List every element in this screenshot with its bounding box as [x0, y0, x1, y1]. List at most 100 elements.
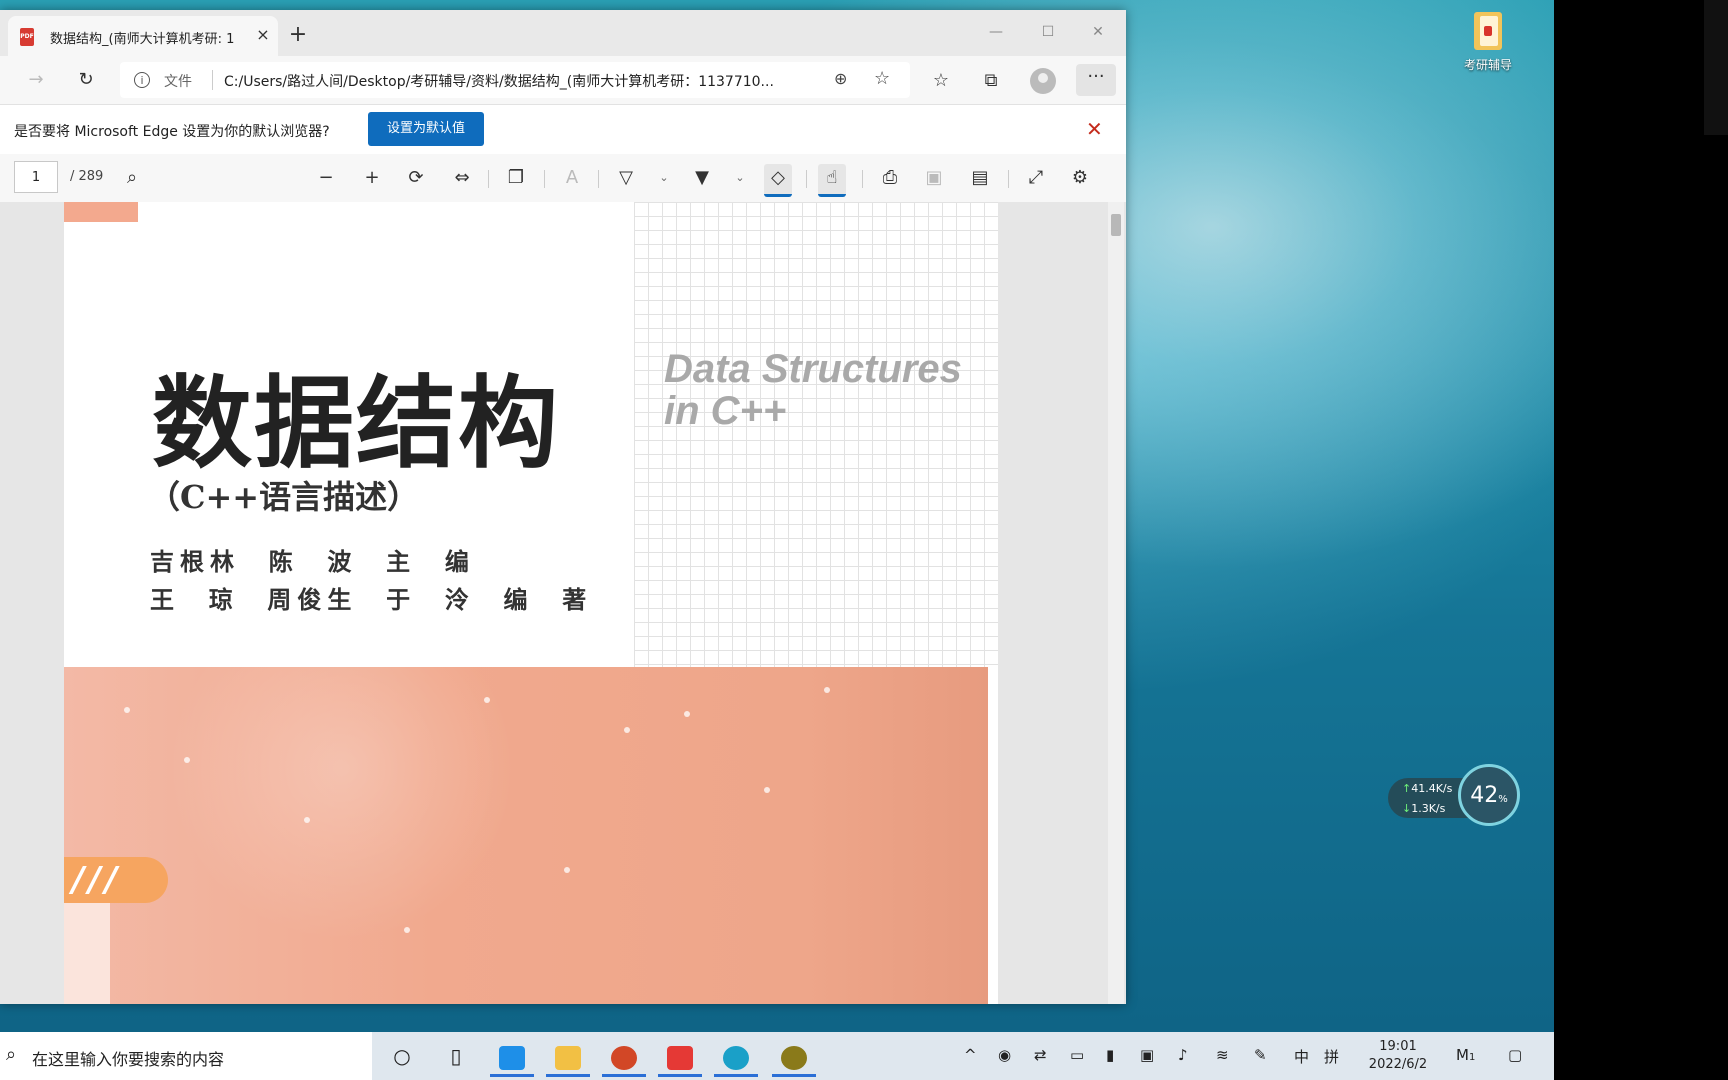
fullscreen-icon[interactable]: ⤢ [1022, 164, 1050, 192]
window-close-button[interactable]: ✕ [1078, 20, 1118, 44]
forward-arrow-icon[interactable]: → [22, 66, 50, 94]
page-total: / 289 [70, 169, 104, 184]
cover-white-block [64, 903, 110, 1004]
draw-options-chevron-icon[interactable]: ⌄ [650, 164, 678, 192]
cover-grid [634, 202, 998, 667]
cortana-icon[interactable]: ○ [380, 1038, 424, 1074]
network-monitor-widget[interactable]: ↑41.4K/s ↓1.3K/s 42% [1388, 764, 1522, 832]
network-icon[interactable]: ▣ [1140, 1046, 1154, 1064]
pen-icon[interactable]: ✎ [1254, 1046, 1267, 1064]
favorites-icon[interactable]: ☆ [928, 68, 954, 94]
folder-icon [1470, 8, 1506, 52]
screen-edge [1704, 0, 1728, 135]
site-info-icon[interactable]: i [134, 72, 150, 88]
set-default-button[interactable]: 设置为默认值 [368, 112, 484, 146]
toolbar-divider [862, 170, 863, 188]
add-favorite-icon[interactable]: ☆ [874, 68, 890, 89]
cover-title-en-line1: Data Structures [664, 347, 962, 391]
save-icon[interactable]: ▣ [920, 164, 948, 192]
taskbar-search[interactable]: ⌕ 在这里输入你要搜索的内容 [0, 1032, 372, 1080]
draw-icon[interactable]: ▽ [612, 164, 640, 192]
cover-subtitle: （C++语言描述） [148, 478, 420, 516]
maximize-button[interactable]: ☐ [1028, 20, 1068, 44]
battery-icon[interactable]: ▭ [1070, 1046, 1084, 1064]
cover-title-en: Data Structures in C++ [664, 348, 962, 432]
cover-authors-line1: 吉根林 陈 波 主 编 [150, 547, 475, 576]
profile-avatar[interactable] [1030, 68, 1056, 94]
clock-date: 2022/6/2 [1368, 1057, 1428, 1072]
desktop-icon-label: 考研辅导 [1463, 58, 1512, 72]
taskbar-app-edge[interactable] [714, 1038, 758, 1077]
tab-pdf-document[interactable]: PDF 数据结构_(南师大计算机考研: 1 × [8, 16, 278, 56]
tab-close-icon[interactable]: × [252, 24, 274, 46]
tab-title: 数据结构_(南师大计算机考研: 1 [50, 32, 235, 47]
taskbar-app-xmind[interactable] [658, 1038, 702, 1077]
refresh-icon[interactable]: ↻ [72, 66, 100, 94]
clock-time: 19:01 [1379, 1039, 1417, 1054]
page-view-icon[interactable]: ❐ [502, 164, 530, 192]
task-view-icon[interactable]: ▯ [434, 1038, 478, 1074]
taskbar-app-powerpoint[interactable] [602, 1038, 646, 1077]
zoom-icon[interactable]: ⊕ [834, 69, 847, 88]
search-placeholder: 在这里输入你要搜索的内容 [32, 1050, 225, 1069]
page-number-input[interactable]: 1 [14, 161, 58, 193]
read-aloud-icon[interactable]: A [558, 164, 586, 192]
more-options-icon[interactable]: ··· [1076, 64, 1116, 96]
pdf-page: 数据结构 Data Structures in C++ （C++语言描述） 吉根… [64, 202, 998, 1004]
powerpoint-icon [611, 1045, 637, 1070]
infobar-message: 是否要将 Microsoft Edge 设置为你的默认浏览器? [14, 124, 330, 140]
volume-icon[interactable]: ♪ [1178, 1046, 1188, 1064]
address-bar[interactable]: i 文件 C:/Users/路过人间/Desktop/考研辅导/资料/数据结构_… [120, 62, 910, 98]
show-hidden-icons-chevron-icon[interactable]: ^ [964, 1046, 977, 1064]
find-icon[interactable]: ⌕ [118, 164, 146, 192]
microphone-icon[interactable]: ▮ [1106, 1046, 1114, 1064]
url-text[interactable]: C:/Users/路过人间/Desktop/考研辅导/资料/数据结构_(南师大计… [224, 71, 844, 91]
cover-top-bar [64, 202, 138, 222]
cover-orange-band: /// [64, 667, 988, 1004]
transfer-icon[interactable]: ⇄ [1034, 1046, 1047, 1064]
taskbar-app-explorer[interactable] [546, 1038, 590, 1077]
desktop-folder-icon[interactable]: 考研辅导 [1452, 8, 1524, 73]
toolbar-divider [806, 170, 807, 188]
taskbar-app-editor[interactable] [490, 1038, 534, 1077]
new-tab-button[interactable]: + [286, 24, 310, 48]
taskbar: ⌕ 在这里输入你要搜索的内容 ○ ▯ ^ ◉ ⇄ ▭ ▮ ▣ ♪ ≋ ✎ 中 拼… [0, 1032, 1554, 1080]
default-browser-infobar: 是否要将 Microsoft Edge 设置为你的默认浏览器? 设置为默认值 ✕ [0, 104, 1126, 156]
settings-gear-icon[interactable]: ⚙ [1066, 164, 1094, 192]
edge-browser-window: PDF 数据结构_(南师大计算机考研: 1 × + — ☐ ✕ → ↻ i 文件… [0, 10, 1126, 1004]
file-explorer-icon [555, 1045, 581, 1070]
taskbar-app-other[interactable] [772, 1038, 816, 1077]
toolbar-divider [598, 170, 599, 188]
collections-icon[interactable]: ⧉ [978, 68, 1004, 94]
print-icon[interactable]: ⎙ [876, 164, 904, 192]
highlight-options-chevron-icon[interactable]: ⌄ [726, 164, 754, 192]
infobar-close-icon[interactable]: ✕ [1086, 117, 1103, 141]
upload-arrow-icon: ↑ [1402, 782, 1412, 795]
scheme-label: 文件 [164, 74, 192, 90]
notification-badge-app[interactable]: M1 [1456, 1046, 1475, 1064]
touch-select-icon[interactable]: ☝ [818, 164, 846, 197]
cover-title-cn: 数据结构 [152, 364, 560, 482]
zoom-in-icon[interactable]: + [358, 164, 386, 192]
toolbar-divider [544, 170, 545, 188]
clock[interactable]: 19:01 2022/6/2 [1358, 1038, 1438, 1074]
qq-icon[interactable]: ◉ [998, 1046, 1011, 1064]
vertical-scrollbar[interactable] [1108, 202, 1124, 1004]
wifi-icon[interactable]: ≋ [1216, 1046, 1229, 1064]
erase-icon[interactable]: ◇ [764, 164, 792, 197]
ime-language[interactable]: 中 [1294, 1046, 1309, 1067]
rotate-icon[interactable]: ⟳ [402, 164, 430, 192]
tab-strip: PDF 数据结构_(南师大计算机考研: 1 × + — ☐ ✕ [0, 10, 1126, 56]
highlight-icon[interactable]: ▼ [688, 164, 716, 192]
pdf-toolbar: 1 / 289 ⌕ − + ⟳ ⇔ ❐ A ▽ ⌄ ▼ ⌄ ◇ ☝ ⎙ ▣ ▤ … [0, 154, 1126, 203]
pdf-viewer[interactable]: 数据结构 Data Structures in C++ （C++语言描述） 吉根… [0, 202, 1126, 1004]
scrollbar-thumb[interactable] [1111, 214, 1121, 236]
action-center-icon[interactable]: ▢ [1508, 1046, 1522, 1064]
cover-authors-line2: 王 琼 周俊生 于 泠 编 著 [150, 585, 593, 614]
ime-mode[interactable]: 拼 [1324, 1046, 1339, 1067]
minimize-button[interactable]: — [976, 20, 1016, 44]
cover-title-en-line2: in C++ [664, 389, 787, 433]
zoom-out-icon[interactable]: − [312, 164, 340, 192]
fit-width-icon[interactable]: ⇔ [448, 164, 476, 192]
save-as-icon[interactable]: ▤ [966, 164, 994, 192]
